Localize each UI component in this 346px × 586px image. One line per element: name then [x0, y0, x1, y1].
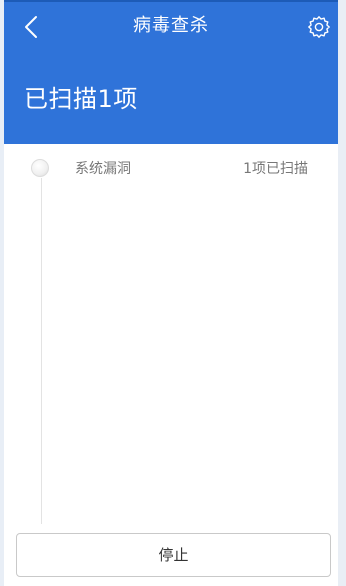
stop-button[interactable]: 停止: [16, 533, 331, 577]
scan-status-text: 已扫描1项: [24, 85, 138, 113]
gear-icon: [308, 16, 330, 38]
status-dot-icon: [31, 159, 49, 177]
item-status: 1项已扫描: [243, 161, 308, 177]
list-item: 系统漏洞 1项已扫描: [4, 151, 338, 187]
right-frame-edge: [338, 0, 346, 586]
page-title: 病毒查杀: [133, 15, 209, 36]
app-header: 病毒查杀 已扫描1项: [4, 0, 338, 144]
timeline-line: [41, 178, 42, 524]
status-line: [4, 0, 338, 2]
item-name: 系统漏洞: [75, 161, 131, 177]
settings-button[interactable]: [304, 12, 334, 42]
